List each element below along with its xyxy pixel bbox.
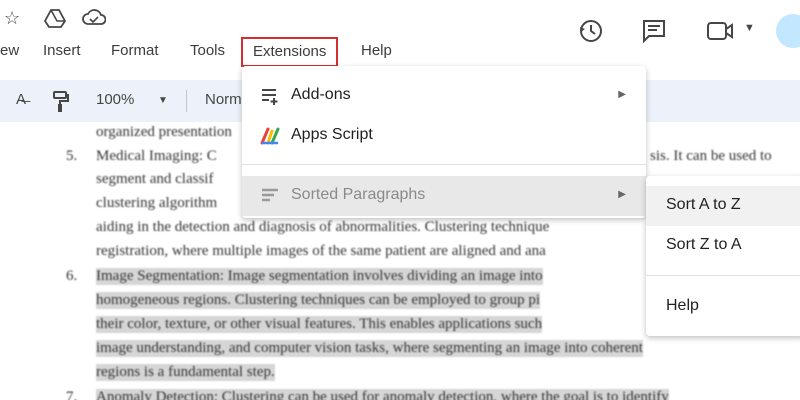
menu-item-sorted-paragraphs[interactable]: Sorted Paragraphs ▶	[242, 176, 646, 216]
doc-line: organized presentation	[96, 124, 232, 140]
cloud-saved-icon[interactable]	[82, 8, 107, 31]
doc-line: aiding in the detection and diagnosis of…	[96, 219, 550, 235]
drive-icon[interactable]	[43, 8, 67, 33]
apps-script-icon	[260, 126, 280, 146]
doc-line: clustering algorithm	[96, 195, 218, 211]
menu-extensions[interactable]: Extensions	[241, 37, 339, 67]
selected-line: homogeneous regions. Clustering techniqu…	[96, 292, 541, 309]
toolbar-divider	[186, 90, 187, 112]
selected-line: Anomaly Detection: Clustering can be use…	[96, 389, 669, 400]
sorted-paragraphs-submenu: Sort A to Z Sort Z to A Help	[646, 176, 800, 336]
list-number: 6.	[66, 268, 78, 284]
submenu-sort-z-to-a[interactable]: Sort Z to A	[646, 226, 800, 266]
menu-tools[interactable]: Tools	[190, 40, 225, 62]
star-icon[interactable]: ☆	[4, 8, 20, 29]
menu-item-label: Sorted Paragraphs	[291, 186, 426, 203]
menu-help[interactable]: Help	[361, 40, 392, 62]
doc-line: segment and classif	[96, 171, 214, 187]
list-number: 5.	[66, 148, 78, 164]
menu-insert[interactable]: Insert	[43, 40, 81, 62]
menu-format[interactable]: Format	[111, 40, 159, 62]
style-select[interactable]: Norm	[205, 91, 242, 108]
paint-format-icon[interactable]	[52, 91, 70, 117]
chevron-down-icon[interactable]: ▼	[744, 22, 755, 34]
submenu-item-label: Help	[666, 297, 699, 314]
add-ons-icon	[260, 86, 280, 106]
selected-line: regions is a fundamental step.	[96, 364, 275, 381]
menu-bar: ew Insert Format Tools Extensions Help	[0, 36, 800, 67]
submenu-sort-a-to-z[interactable]: Sort A to Z	[646, 186, 800, 226]
menu-item-add-ons[interactable]: Add-ons ▶	[242, 76, 646, 116]
submenu-item-label: Sort Z to A	[666, 236, 742, 253]
selected-line: image understanding, and computer vision…	[96, 340, 643, 357]
doc-line: registration, where multiple images of t…	[96, 243, 546, 259]
selected-line: their color, texture, or other visual fe…	[96, 316, 543, 333]
selected-line: Image Segmentation: Image segmentation i…	[96, 268, 543, 285]
submenu-arrow-icon: ▶	[618, 89, 626, 100]
sort-list-icon	[260, 186, 280, 206]
top-icon-row: ☆ ▼	[0, 0, 800, 48]
submenu-help[interactable]: Help	[646, 287, 800, 327]
submenu-item-label: Sort A to Z	[666, 196, 741, 213]
menu-item-label: Add-ons	[291, 86, 351, 103]
submenu-divider	[646, 275, 800, 276]
menu-item-apps-script[interactable]: Apps Script	[242, 116, 646, 156]
zoom-chevron-icon[interactable]: ▼	[158, 95, 168, 106]
spellcheck-icon[interactable]: A̶	[16, 91, 26, 108]
menu-divider	[242, 164, 646, 165]
menu-item-label: Apps Script	[291, 126, 373, 143]
submenu-arrow-icon: ▶	[618, 189, 626, 200]
list-number: 7.	[66, 389, 78, 400]
doc-line-fragment: sis. It can be used to	[650, 148, 772, 164]
menu-view[interactable]: ew	[0, 40, 19, 62]
zoom-select[interactable]: 100%	[96, 91, 134, 108]
doc-line: Medical Imaging: C	[96, 148, 217, 164]
extensions-dropdown: Add-ons ▶ Apps Script Sorted Paragraphs …	[242, 66, 646, 218]
